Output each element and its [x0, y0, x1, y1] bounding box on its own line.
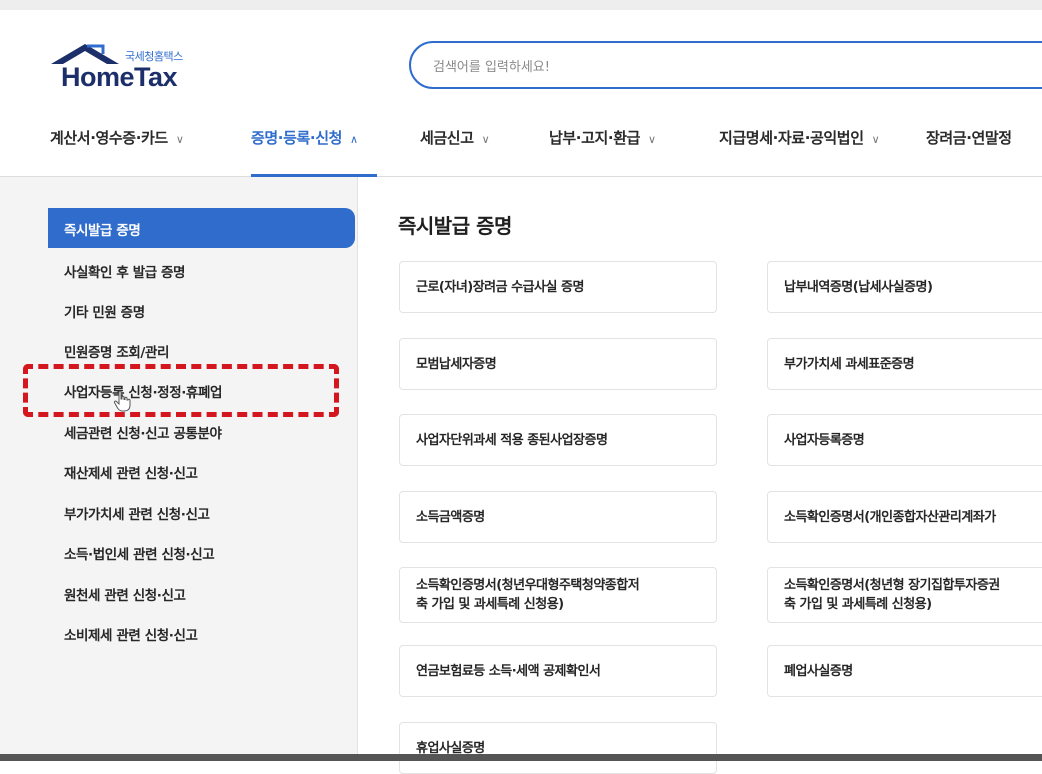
- nav-item-tax-filing[interactable]: 세금신고 ∨: [420, 127, 490, 148]
- chevron-down-icon: ∨: [481, 133, 490, 146]
- certificate-card[interactable]: 소득확인증명서(청년형 장기집합투자증권 축 가입 및 과세특례 신청용): [767, 567, 1042, 623]
- card-label: 폐업사실증명: [784, 664, 853, 679]
- nav-label: 증명·등록·신청: [251, 129, 342, 147]
- sidebar-item-withholding-tax[interactable]: 원천세 관련 신청·신고: [64, 584, 186, 604]
- nav-label: 계산서·영수증·카드: [50, 129, 168, 147]
- hometax-logo[interactable]: 국세청홈택스 HomeTax: [47, 40, 217, 92]
- nav-label: 납부·고지·환급: [549, 129, 640, 147]
- sidebar-item-certificate-lookup[interactable]: 민원증명 조회/관리: [64, 341, 169, 361]
- nav-item-incentives[interactable]: 장려금·연말정: [926, 127, 1012, 148]
- sidebar-item-label: 즉시발급 증명: [64, 223, 141, 239]
- certificate-card[interactable]: 연금보험료등 소득·세액 공제확인서: [399, 645, 717, 697]
- highlight-annotation-box: [23, 364, 339, 417]
- nav-label: 지급명세·자료·공익법인: [719, 129, 864, 147]
- chevron-up-icon: ∧: [350, 133, 358, 146]
- certificate-card[interactable]: 소득금액증명: [399, 491, 717, 543]
- card-label: 연금보험료등 소득·세액 공제확인서: [416, 664, 601, 679]
- chevron-down-icon: ∨: [175, 133, 184, 146]
- sidebar-item-consumption-tax[interactable]: 소비제세 관련 신청·신고: [64, 624, 198, 644]
- logo-title: HomeTax: [61, 62, 178, 92]
- top-navigation: 계산서·영수증·카드 ∨ 증명·등록·신청 ∧ 세금신고 ∨ 납부·고지·환급 ∨ 지급…: [0, 112, 1042, 177]
- sidebar-item-fact-check-certificates[interactable]: 사실확인 후 발급 증명: [64, 261, 185, 281]
- sidebar: 즉시발급 증명 사실확인 후 발급 증명 기타 민원 증명 민원증명 조회/관리…: [0, 177, 358, 761]
- certificate-card[interactable]: 부가가치세 과세표준증명: [767, 338, 1042, 390]
- certificate-card[interactable]: 폐업사실증명: [767, 645, 1042, 697]
- certificate-card[interactable]: 사업자등록증명: [767, 414, 1042, 466]
- sidebar-item-property-tax[interactable]: 재산제세 관련 신청·신고: [64, 462, 198, 482]
- page-title: 즉시발급 증명: [398, 214, 512, 238]
- card-label: 소득확인증명서(청년형 장기집합투자증권 축 가입 및 과세특례 신청용): [784, 578, 1000, 612]
- sidebar-item-instant-certificates[interactable]: 즉시발급 증명: [48, 208, 355, 248]
- chevron-down-icon: ∨: [648, 133, 656, 146]
- card-label: 소득확인증명서(개인종합자산관리계좌가: [784, 510, 996, 525]
- nav-item-payment-refund[interactable]: 납부·고지·환급 ∨: [549, 127, 656, 148]
- nav-label: 장려금·연말정: [926, 129, 1012, 147]
- certificate-card[interactable]: 납부내역증명(납세사실증명): [767, 261, 1042, 313]
- certificate-card[interactable]: 사업자단위과세 적용 종된사업장증명: [399, 414, 717, 466]
- bottom-bar: [0, 754, 1042, 761]
- hand-pointer-cursor-icon: [113, 390, 131, 412]
- sidebar-item-vat[interactable]: 부가가치세 관련 신청·신고: [64, 503, 210, 523]
- search-box[interactable]: [409, 41, 1042, 89]
- card-label: 사업자단위과세 적용 종된사업장증명: [416, 433, 608, 448]
- certificate-card[interactable]: 소득확인증명서(청년우대형주택청약종합저 축 가입 및 과세특례 신청용): [399, 567, 717, 623]
- card-label: 납부내역증명(납세사실증명): [784, 280, 933, 295]
- card-label: 사업자등록증명: [784, 433, 865, 448]
- card-label: 소득확인증명서(청년우대형주택청약종합저 축 가입 및 과세특례 신청용): [416, 578, 640, 612]
- card-label: 부가가치세 과세표준증명: [784, 357, 915, 372]
- chevron-down-icon: ∨: [871, 133, 880, 146]
- card-label: 모범납세자증명: [416, 357, 497, 372]
- sidebar-item-tax-common[interactable]: 세금관련 신청·신고 공통분야: [64, 422, 222, 442]
- certificate-card[interactable]: 소득확인증명서(개인종합자산관리계좌가: [767, 491, 1042, 543]
- sidebar-item-other-certificates[interactable]: 기타 민원 증명: [64, 301, 145, 321]
- card-label: 근로(자녀)장려금 수급사실 증명: [416, 280, 584, 295]
- certificate-card[interactable]: 휴업사실증명: [399, 722, 717, 774]
- nav-item-payment-statements[interactable]: 지급명세·자료·공익법인 ∨: [719, 127, 880, 148]
- search-input[interactable]: [431, 55, 995, 79]
- sidebar-item-income-corporate-tax[interactable]: 소득·법인세 관련 신청·신고: [64, 543, 215, 563]
- nav-item-certificates-registration[interactable]: 증명·등록·신청 ∧: [251, 127, 358, 148]
- certificate-card[interactable]: 근로(자녀)장려금 수급사실 증명: [399, 261, 717, 313]
- top-strip: [0, 0, 1042, 10]
- nav-item-receipts-cards[interactable]: 계산서·영수증·카드 ∨: [50, 127, 184, 148]
- nav-label: 세금신고: [420, 129, 474, 147]
- card-label: 소득금액증명: [416, 510, 485, 525]
- certificate-card[interactable]: 모범납세자증명: [399, 338, 717, 390]
